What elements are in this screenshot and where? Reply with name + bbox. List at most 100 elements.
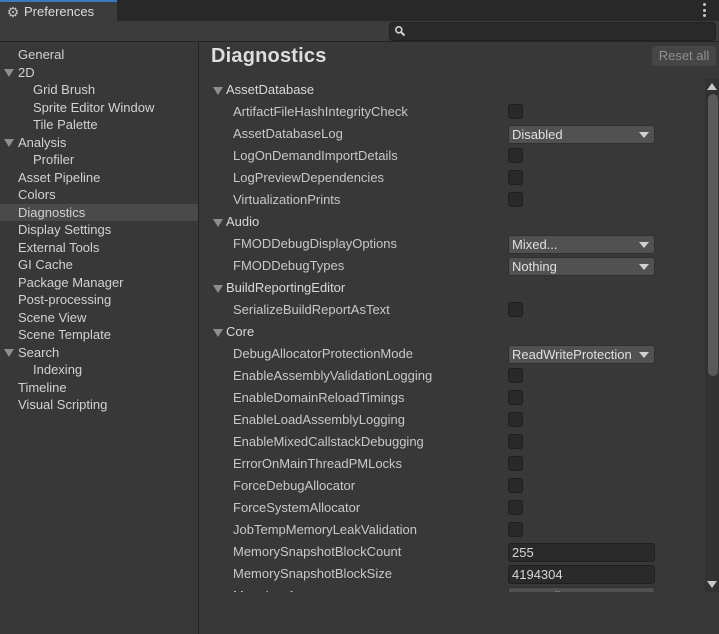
- sidebar-item-post-processing[interactable]: Post-processing: [0, 291, 198, 309]
- group-header-asset-database[interactable]: AssetDatabase: [200, 79, 705, 101]
- sidebar-item-label: Colors: [18, 187, 56, 202]
- checkbox[interactable]: [508, 434, 523, 449]
- window-tab-preferences[interactable]: ⚙ Preferences: [0, 0, 117, 21]
- setting-label: EnableDomainReloadTimings: [233, 390, 405, 405]
- checkbox[interactable]: [508, 148, 523, 163]
- setting-row-artifact-file-hash-integrity-check: ArtifactFileHashIntegrityCheck: [200, 101, 705, 123]
- setting-row-enable-assembly-validation-logging: EnableAssemblyValidationLogging: [200, 365, 705, 387]
- sidebar-item-visual-scripting[interactable]: Visual Scripting: [0, 396, 198, 414]
- foldout-arrow-icon[interactable]: [4, 138, 14, 147]
- setting-label: MonoLogAreas: [233, 585, 321, 592]
- chevron-down-icon: [639, 352, 649, 358]
- group-header-build-reporting-editor[interactable]: BuildReportingEditor: [200, 277, 705, 299]
- group-header-audio[interactable]: Audio: [200, 211, 705, 233]
- search-input[interactable]: [389, 22, 716, 41]
- dropdown[interactable]: Mixed...: [508, 235, 655, 254]
- sidebar-item-external-tools[interactable]: External Tools: [0, 239, 198, 257]
- setting-label: DebugAllocatorProtectionMode: [233, 346, 413, 361]
- checkbox[interactable]: [508, 170, 523, 185]
- sidebar-item-package-manager[interactable]: Package Manager: [0, 274, 198, 292]
- setting-label: LogOnDemandImportDetails: [233, 148, 398, 163]
- chevron-down-icon: [639, 264, 649, 270]
- foldout-arrow-icon[interactable]: [213, 285, 223, 293]
- checkbox[interactable]: [508, 390, 523, 405]
- checkbox[interactable]: [508, 522, 523, 537]
- page-title: Diagnostics: [211, 45, 327, 67]
- setting-row-virtualization-prints: VirtualizationPrints: [200, 189, 705, 211]
- foldout-arrow-icon[interactable]: [4, 68, 14, 77]
- text-field[interactable]: 255: [508, 543, 655, 562]
- sidebar-item-profiler[interactable]: Profiler: [0, 151, 198, 169]
- sidebar-item-label: 2D: [18, 64, 35, 80]
- scroll-up-arrow-icon[interactable]: [707, 83, 717, 90]
- dropdown[interactable]: ReadWriteProtection: [508, 345, 655, 364]
- setting-row-force-system-allocator: ForceSystemAllocator: [200, 497, 705, 519]
- setting-label: MemorySnapshotBlockSize: [233, 566, 392, 581]
- sidebar-item-display-settings[interactable]: Display Settings: [0, 221, 198, 239]
- checkbox[interactable]: [508, 368, 523, 383]
- sidebar-item-tile-palette[interactable]: Tile Palette: [0, 116, 198, 134]
- checkbox[interactable]: [508, 456, 523, 471]
- foldout-arrow-icon[interactable]: [213, 87, 223, 95]
- setting-label: EnableMixedCallstackDebugging: [233, 434, 424, 449]
- sidebar-item-sprite-editor-window[interactable]: Sprite Editor Window: [0, 99, 198, 117]
- checkbox[interactable]: [508, 412, 523, 427]
- sidebar-item-scene-template[interactable]: Scene Template: [0, 326, 198, 344]
- sidebar-item-2d[interactable]: 2D: [0, 64, 198, 82]
- sidebar-item-general[interactable]: General: [0, 46, 198, 64]
- title-bar: ⚙ Preferences: [0, 0, 719, 21]
- sidebar-item-asset-pipeline[interactable]: Asset Pipeline: [0, 169, 198, 187]
- checkbox[interactable]: [508, 500, 523, 515]
- scroll-down-arrow-icon[interactable]: [707, 581, 717, 588]
- setting-label: JobTempMemoryLeakValidation: [233, 522, 418, 537]
- sidebar-item-label: Scene View: [18, 309, 87, 325]
- setting-label: FMODDebugTypes: [233, 258, 345, 273]
- foldout-arrow-icon[interactable]: [4, 348, 14, 357]
- setting-label: ErrorOnMainThreadPMLocks: [233, 456, 403, 471]
- setting-row-fmoddebug-display-options: FMODDebugDisplayOptions Mixed...: [200, 233, 705, 255]
- setting-row-debug-allocator-protection-mode: DebugAllocatorProtectionMode ReadWritePro…: [200, 343, 705, 365]
- checkbox[interactable]: [508, 478, 523, 493]
- checkbox[interactable]: [508, 302, 523, 317]
- setting-label: EnableLoadAssemblyLogging: [233, 412, 406, 427]
- sidebar-item-label: Visual Scripting: [18, 397, 108, 412]
- sidebar-item-scene-view[interactable]: Scene View: [0, 309, 198, 327]
- scrollbar-thumb[interactable]: [708, 94, 718, 376]
- sidebar-item-timeline[interactable]: Timeline: [0, 379, 198, 397]
- setting-label: EnableAssemblyValidationLogging: [233, 368, 433, 383]
- search-icon: [395, 26, 406, 37]
- vertical-scrollbar[interactable]: [705, 79, 719, 592]
- sidebar-item-analysis[interactable]: Analysis: [0, 134, 198, 152]
- setting-row-serialize-build-report-as-text: SerializeBuildReportAsText: [200, 299, 705, 321]
- dropdown[interactable]: Nothing: [508, 257, 655, 276]
- sidebar-item-search[interactable]: Search: [0, 344, 198, 362]
- sidebar-item-indexing[interactable]: Indexing: [0, 361, 198, 379]
- sidebar-item-diagnostics[interactable]: Diagnostics: [0, 203, 198, 221]
- dropdown-value: Disabled: [512, 127, 563, 142]
- kebab-menu-icon[interactable]: [700, 2, 708, 18]
- sidebar-item-colors[interactable]: Colors: [0, 186, 198, 204]
- foldout-arrow-icon[interactable]: [213, 329, 223, 337]
- sidebar-item-label: Profiler: [33, 152, 75, 167]
- sidebar-item-label: Display Settings: [18, 222, 112, 237]
- group-label: Core: [226, 324, 255, 339]
- dropdown[interactable]: Disabled: [508, 125, 655, 144]
- foldout-arrow-icon[interactable]: [213, 219, 223, 227]
- sidebar-item-gi-cache[interactable]: GI Cache: [0, 256, 198, 274]
- dropdown-value: Asm, Dll...: [512, 589, 571, 592]
- reset-all-button[interactable]: Reset all: [652, 46, 716, 66]
- text-field[interactable]: 4194304: [508, 565, 655, 584]
- setting-row-enable-load-assembly-logging: EnableLoadAssemblyLogging: [200, 409, 705, 431]
- dropdown-value: Nothing: [512, 259, 557, 274]
- checkbox[interactable]: [508, 104, 523, 119]
- setting-row-error-on-main-thread-pmlocks: ErrorOnMainThreadPMLocks: [200, 453, 705, 475]
- group-header-core[interactable]: Core: [200, 321, 705, 343]
- dropdown-value: Mixed...: [512, 237, 558, 252]
- checkbox[interactable]: [508, 192, 523, 207]
- sidebar-item-grid-brush[interactable]: Grid Brush: [0, 81, 198, 99]
- sidebar-item-label: External Tools: [18, 239, 100, 255]
- sidebar-item-label: Package Manager: [18, 274, 124, 290]
- toolbar: [0, 21, 719, 42]
- dropdown[interactable]: Asm, Dll...: [508, 587, 655, 592]
- setting-label: SerializeBuildReportAsText: [233, 302, 390, 317]
